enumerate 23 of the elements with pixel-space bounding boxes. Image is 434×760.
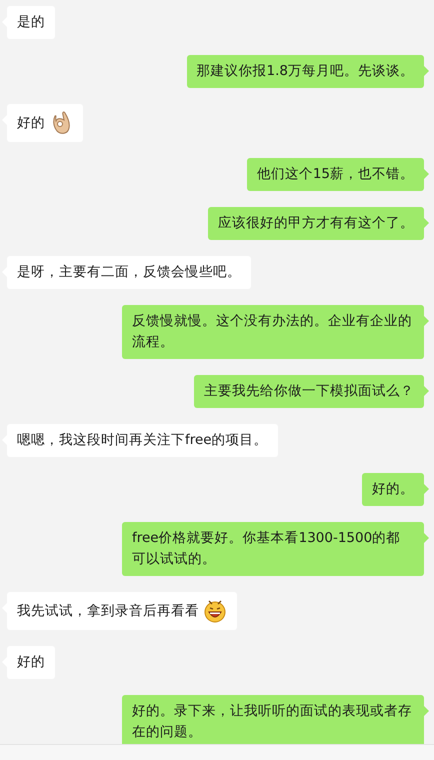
bubble-tail: [424, 316, 429, 326]
message-bubble: 那建议你报1.8万每月吧。先谈谈。: [186, 55, 424, 88]
bubble-tail: [424, 169, 429, 179]
message-bubble: 我先试试，拿到录音后再看看: [7, 592, 237, 630]
message-bubble: 是的: [7, 6, 55, 39]
bubble-tail: [424, 386, 429, 396]
message-bubble: 应该很好的甲方才有有这个了。: [208, 207, 424, 240]
bubble-tail: [424, 706, 429, 716]
message-bubble: 好的: [7, 104, 83, 142]
grinning-face-icon: [203, 598, 227, 624]
message-bubble: 反馈慢就慢。这个没有办法的。企业有企业的流程。: [122, 305, 424, 359]
message-bubble: 好的: [7, 646, 55, 679]
message-bubble: 是呀，主要有二面，反馈会慢些吧。: [7, 256, 251, 289]
message-bubble: free价格就要好。你基本看1300-1500的都可以试试的。: [122, 522, 424, 576]
message-bubble: 好的。录下来，让我听听的面试的表现或者存在的问题。: [122, 695, 424, 744]
bubble-tail: [424, 484, 429, 494]
message-bubble: 主要我先给你做一下模拟面试么？: [194, 375, 424, 408]
bubble-tail: [424, 66, 429, 76]
message-bubble: 嗯嗯，我这段时间再关注下free的项目。: [7, 424, 278, 457]
message-bubble: 他们这个15薪，也不错。: [246, 158, 424, 191]
bubble-tail: [424, 533, 429, 543]
message-bubble: 好的。: [362, 473, 424, 506]
bubble-tail: [424, 218, 429, 228]
